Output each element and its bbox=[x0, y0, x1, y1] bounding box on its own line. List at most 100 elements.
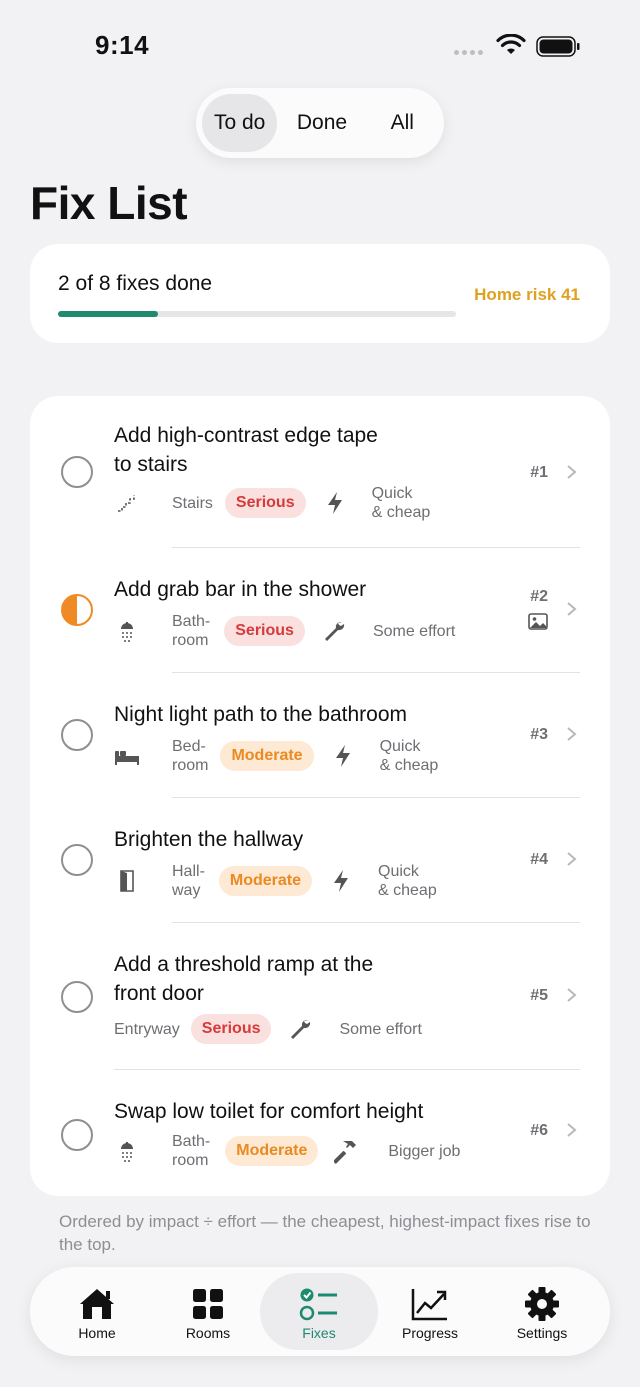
rank-label: #3 bbox=[530, 726, 548, 743]
rank-label: #5 bbox=[530, 987, 548, 1004]
fix-meta: Bath-room Serious Some effort bbox=[114, 611, 455, 651]
effort-label: Quick & cheap bbox=[371, 485, 431, 521]
segment-to-do[interactable]: To do bbox=[202, 94, 278, 152]
filter-segmented-control: To do Done All bbox=[196, 88, 444, 158]
progress-bar-fill bbox=[58, 311, 158, 317]
wrench-icon bbox=[287, 1016, 313, 1042]
battery-icon bbox=[536, 36, 580, 57]
fix-row-1[interactable]: Add high-contrast edge tape to stairs St… bbox=[30, 396, 610, 548]
bolt-icon bbox=[322, 490, 348, 516]
severity-badge: Serious bbox=[190, 1014, 272, 1044]
fix-title: Add a threshold ramp at the front door bbox=[114, 953, 374, 1005]
wrench-icon bbox=[321, 618, 347, 644]
progress-text: 2 of 8 fixes done bbox=[58, 272, 213, 295]
room-label: Bed-room bbox=[172, 738, 209, 774]
effort-label: Quick & cheap bbox=[379, 738, 439, 774]
ordering-footnote: Ordered by impact ÷ effort — the cheapes… bbox=[59, 1212, 591, 1254]
tab-label: Home bbox=[78, 1325, 116, 1341]
progress-bar bbox=[58, 311, 456, 317]
rank-label: #2 bbox=[530, 588, 548, 605]
chevron-right-icon bbox=[567, 602, 577, 616]
status-checkbox[interactable] bbox=[61, 456, 93, 488]
room-label: Bath-room bbox=[172, 613, 211, 649]
checklist-icon bbox=[299, 1285, 339, 1323]
fix-title: Night light path to the bathroom bbox=[114, 703, 408, 726]
door-icon bbox=[114, 868, 140, 894]
room-label: Bath-room bbox=[172, 1133, 211, 1169]
chevron-right-icon bbox=[567, 727, 577, 741]
progress-card: 2 of 8 fixes done Home risk 41 bbox=[30, 244, 610, 343]
fix-meta: Stairs Serious Quick & cheap bbox=[114, 483, 430, 523]
effort-label: Quick & cheap bbox=[378, 863, 437, 899]
rank-label: #4 bbox=[530, 851, 548, 868]
effort-label: Some effort bbox=[372, 622, 456, 640]
shower-icon bbox=[114, 618, 140, 644]
fix-title: Add high-contrast edge tape to stairs bbox=[114, 424, 378, 476]
fix-title: Brighten the hallway bbox=[114, 828, 304, 851]
fix-meta: Bed-room Moderate Quick & cheap bbox=[114, 736, 438, 776]
chevron-right-icon bbox=[567, 465, 577, 479]
chevron-right-icon bbox=[567, 852, 577, 866]
fix-meta: Hall-way Moderate Quick & cheap bbox=[114, 861, 437, 901]
room-label: Entryway bbox=[114, 1020, 180, 1038]
tab-fixes[interactable]: Fixes bbox=[260, 1273, 378, 1350]
tab-bar: Home Rooms Fixes Progress Settings bbox=[30, 1267, 610, 1356]
room-label: Hall-way bbox=[172, 863, 205, 899]
segment-done[interactable]: Done bbox=[277, 94, 366, 152]
page-title: Fix List bbox=[30, 177, 188, 229]
divider bbox=[172, 922, 580, 923]
status-checkbox[interactable] bbox=[61, 1119, 93, 1151]
tab-home[interactable]: Home bbox=[38, 1273, 156, 1350]
severity-badge: Moderate bbox=[225, 1136, 319, 1166]
tab-label: Fixes bbox=[302, 1325, 336, 1341]
home-risk-score: Home risk 41 bbox=[474, 285, 580, 304]
photo-icon bbox=[528, 613, 548, 630]
tab-label: Rooms bbox=[185, 1325, 231, 1341]
fix-row-2[interactable]: Add grab bar in the shower Bath-room Ser… bbox=[30, 549, 610, 673]
severity-badge: Moderate bbox=[220, 741, 314, 771]
tab-progress[interactable]: Progress bbox=[371, 1273, 489, 1350]
bolt-icon bbox=[330, 743, 356, 769]
room-label: Stairs bbox=[172, 494, 213, 512]
fix-row-5[interactable]: Add a threshold ramp at the front door E… bbox=[30, 924, 610, 1070]
severity-badge: Serious bbox=[224, 488, 306, 518]
bed-icon bbox=[114, 743, 140, 769]
fix-title: Swap low toilet for comfort height bbox=[114, 1100, 424, 1123]
tab-label: Settings bbox=[516, 1325, 568, 1341]
hammer-icon bbox=[334, 1138, 360, 1164]
bolt-icon bbox=[328, 868, 354, 894]
grid-icon bbox=[192, 1285, 224, 1323]
status-checkbox[interactable] bbox=[61, 844, 93, 876]
tab-rooms[interactable]: Rooms bbox=[149, 1273, 267, 1350]
effort-label: Bigger job bbox=[388, 1142, 461, 1160]
tab-settings[interactable]: Settings bbox=[483, 1273, 601, 1350]
divider bbox=[172, 547, 580, 548]
severity-badge: Serious bbox=[224, 616, 305, 646]
divider bbox=[172, 797, 580, 798]
divider bbox=[114, 1069, 580, 1070]
status-in-progress[interactable] bbox=[61, 594, 93, 626]
status-bar: 9:14 bbox=[0, 0, 640, 90]
shower-icon bbox=[114, 1138, 140, 1164]
rank-label: #6 bbox=[530, 1122, 548, 1139]
gear-icon bbox=[524, 1285, 560, 1323]
house-icon bbox=[78, 1285, 116, 1323]
fix-meta: Entryway Serious Some effort bbox=[114, 1009, 422, 1049]
chevron-right-icon bbox=[567, 1123, 577, 1137]
fix-row-4[interactable]: Brighten the hallway Hall-way Moderate Q… bbox=[30, 799, 610, 923]
status-time: 9:14 bbox=[95, 30, 150, 60]
segment-all[interactable]: All bbox=[367, 94, 438, 152]
status-checkbox[interactable] bbox=[61, 981, 93, 1013]
cellular-signal-icon bbox=[454, 50, 483, 55]
status-checkbox[interactable] bbox=[61, 719, 93, 751]
fix-list: Add high-contrast edge tape to stairs St… bbox=[30, 396, 610, 1196]
effort-label: Some effort bbox=[339, 1020, 422, 1038]
fix-row-3[interactable]: Night light path to the bathroom Bed-roo… bbox=[30, 674, 610, 798]
tab-label: Progress bbox=[401, 1325, 459, 1341]
fix-meta: Bath-room Moderate Bigger job bbox=[114, 1131, 460, 1171]
fix-row-6[interactable]: Swap low toilet for comfort height Bath-… bbox=[30, 1071, 610, 1196]
stairs-icon bbox=[114, 490, 140, 516]
divider bbox=[172, 672, 580, 673]
wifi-icon bbox=[496, 34, 526, 54]
severity-badge: Moderate bbox=[218, 866, 313, 896]
